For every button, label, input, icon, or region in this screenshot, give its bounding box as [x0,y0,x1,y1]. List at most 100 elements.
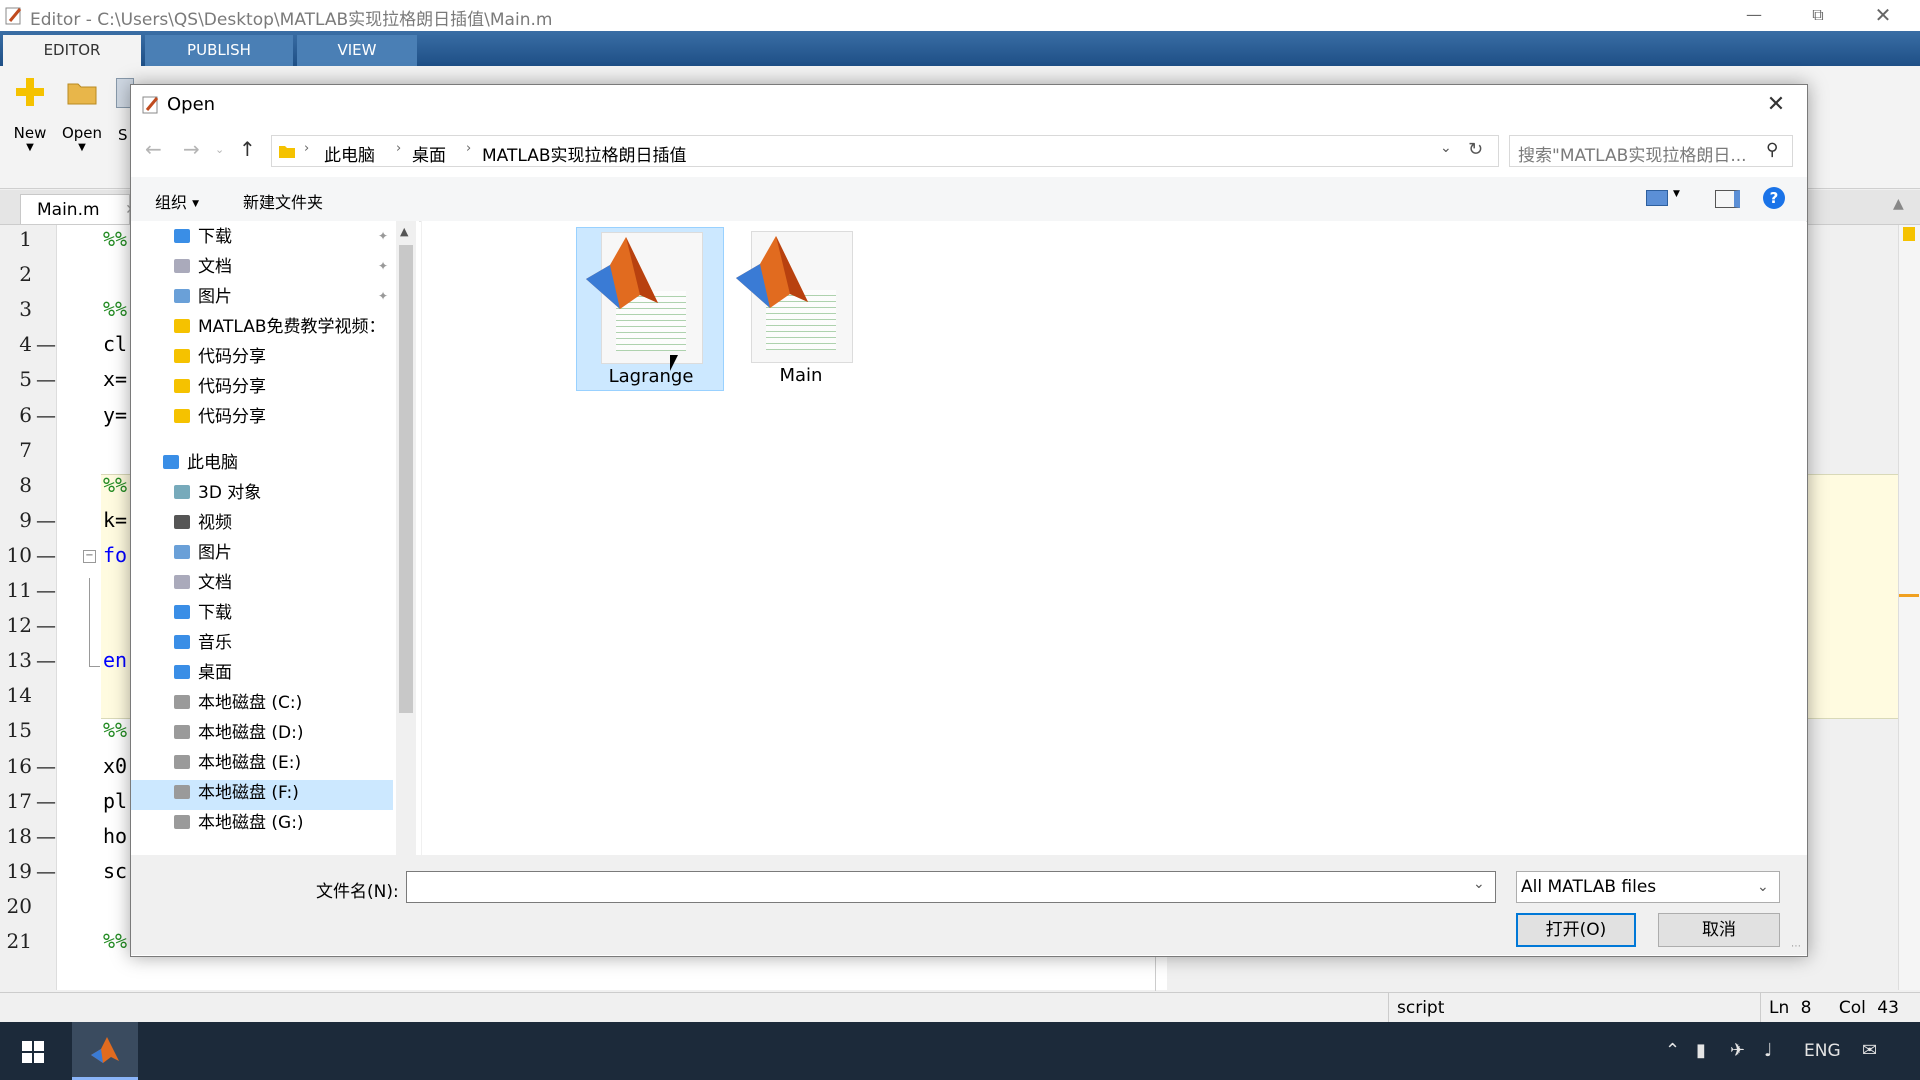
breakpoint-marker[interactable]: — [36,789,56,813]
line-number[interactable]: 11— [0,578,56,602]
new-folder-button[interactable]: 新建文件夹 [243,189,323,213]
line-number[interactable]: 21 [0,929,56,953]
resize-grip-icon[interactable]: ⋯ [1791,941,1801,952]
nav-item-quick[interactable]: MATLAB免费教学视频： [174,313,386,341]
line-number[interactable]: 2 [0,262,56,286]
notifications-icon[interactable]: ✉ [1862,1040,1877,1061]
scroll-up-icon[interactable]: ▲ [400,225,408,238]
file-list[interactable]: Lagrange Main [421,221,1806,925]
forward-arrow-icon[interactable]: → [183,137,200,161]
fold-toggle-icon[interactable]: − [83,549,96,563]
line-number[interactable]: 7 [0,438,56,462]
network-icon[interactable]: ✈ [1730,1040,1745,1061]
breakpoint-marker[interactable]: — [36,543,56,567]
line-number[interactable]: 1 [0,227,56,251]
breadcrumb-desktop[interactable]: 桌面 [412,141,446,166]
breakpoint-marker[interactable]: — [36,859,56,883]
line-number[interactable]: 13— [0,648,56,672]
breakpoint-marker[interactable]: — [36,613,56,637]
nav-item-pc[interactable]: 本地磁盘 (F:) [174,779,299,807]
line-number[interactable]: 18— [0,824,56,848]
breadcrumb-pc[interactable]: 此电脑 [324,141,375,166]
dialog-close-button[interactable]: ✕ [1751,89,1801,121]
new-button[interactable]: New ▼ [4,72,56,153]
volume-icon[interactable]: ♩ [1764,1040,1773,1061]
nav-item-pc[interactable]: 下载 [174,599,232,627]
language-indicator[interactable]: ENG [1804,1041,1841,1061]
tab-main-m[interactable]: Main.m ✕ [20,194,137,224]
nav-item-pc[interactable]: 图片 [174,539,232,567]
open-button[interactable]: Open ▼ [56,72,108,153]
nav-item-quick[interactable]: 文档 [174,253,232,281]
restore-button[interactable]: ⧉ [1795,0,1841,31]
line-number[interactable]: 12— [0,613,56,637]
breakpoint-marker[interactable]: — [36,754,56,778]
line-number[interactable]: 19— [0,859,56,883]
start-button[interactable] [0,1022,68,1080]
nav-item-pc[interactable]: 本地磁盘 (G:) [174,809,304,837]
address-dropdown-icon[interactable]: ⌄ [1440,140,1452,156]
line-number[interactable]: 5— [0,367,56,391]
refresh-icon[interactable]: ↻ [1468,139,1483,160]
close-window-button[interactable]: ✕ [1860,0,1906,31]
nav-scroll-thumb[interactable] [399,245,413,713]
tab-editor[interactable]: EDITOR [3,35,141,66]
line-number[interactable]: 14 [0,683,56,707]
chevron-up-icon[interactable]: ⌃ [1665,1040,1680,1061]
tab-view[interactable]: VIEW [297,35,417,66]
breadcrumb-folder[interactable]: MATLAB实现拉格朗日插值 [482,141,687,166]
line-number[interactable]: 3 [0,297,56,321]
recent-locations-icon[interactable]: ⌄ [215,143,224,156]
line-number[interactable]: 15 [0,718,56,742]
battery-icon[interactable]: ▮ [1696,1040,1706,1061]
nav-item-pc[interactable]: 3D 对象 [174,479,261,507]
pin-icon[interactable]: ✦ [378,229,388,243]
editor-scrollbar[interactable] [1898,225,1920,990]
collapse-icon[interactable]: ▲ [1893,196,1904,212]
nav-item-pc[interactable]: 视频 [174,509,232,537]
nav-item-quick[interactable]: 代码分享 [174,403,266,431]
up-arrow-icon[interactable]: ↑ [239,137,256,161]
pin-icon[interactable]: ✦ [378,289,388,303]
nav-item-pc[interactable]: 本地磁盘 (D:) [174,719,304,747]
nav-item-quick[interactable]: 下载 [174,223,232,251]
pin-icon[interactable]: ✦ [378,259,388,273]
chevron-down-icon[interactable]: ▼ [1673,189,1680,199]
nav-item-quick[interactable]: 代码分享 [174,343,266,371]
breakpoint-marker[interactable]: — [36,578,56,602]
address-bar[interactable]: › 此电脑 › 桌面 › MATLAB实现拉格朗日插值 ⌄ ↻ [271,135,1499,167]
warning-indicator-icon[interactable] [1903,227,1915,241]
line-number[interactable]: 4— [0,332,56,356]
cancel-button[interactable]: 取消 [1658,913,1780,947]
nav-item-quick[interactable]: 图片 [174,283,232,311]
breakpoint-marker[interactable]: — [36,824,56,848]
line-number[interactable]: 16— [0,754,56,778]
file-item-lagrange[interactable]: Lagrange [576,227,724,391]
nav-item-pc[interactable]: 本地磁盘 (C:) [174,689,302,717]
help-icon[interactable]: ? [1763,187,1785,209]
nav-item-pc[interactable]: 本地磁盘 (E:) [174,749,301,777]
breakpoint-marker[interactable]: — [36,648,56,672]
breakpoint-marker[interactable]: — [36,332,56,356]
breakpoint-marker[interactable]: — [36,403,56,427]
search-input[interactable]: 搜索"MATLAB实现拉格朗日... ⚲ [1509,135,1793,167]
chevron-down-icon[interactable]: ⌄ [1473,876,1485,892]
line-number[interactable]: 6— [0,403,56,427]
line-number[interactable]: 9— [0,508,56,532]
back-arrow-icon[interactable]: ← [145,137,162,161]
filetype-select[interactable]: All MATLAB files ⌄ [1516,871,1780,903]
view-options-icon[interactable] [1646,190,1668,206]
file-item-main[interactable]: Main [727,227,875,391]
minimize-button[interactable]: — [1731,0,1777,31]
tab-publish[interactable]: PUBLISH [145,35,293,66]
open-button[interactable]: 打开(O) [1516,913,1636,947]
matlab-taskbar-button[interactable] [72,1022,138,1080]
nav-item-pc[interactable]: 音乐 [174,629,232,657]
line-number[interactable]: 8 [0,473,56,497]
line-number[interactable]: 17— [0,789,56,813]
line-number[interactable]: 20 [0,894,56,918]
breakpoint-marker[interactable]: — [36,367,56,391]
breakpoint-marker[interactable]: — [36,508,56,532]
filename-input[interactable]: ⌄ [406,871,1496,903]
nav-item-this-pc[interactable]: 此电脑 [163,449,238,477]
